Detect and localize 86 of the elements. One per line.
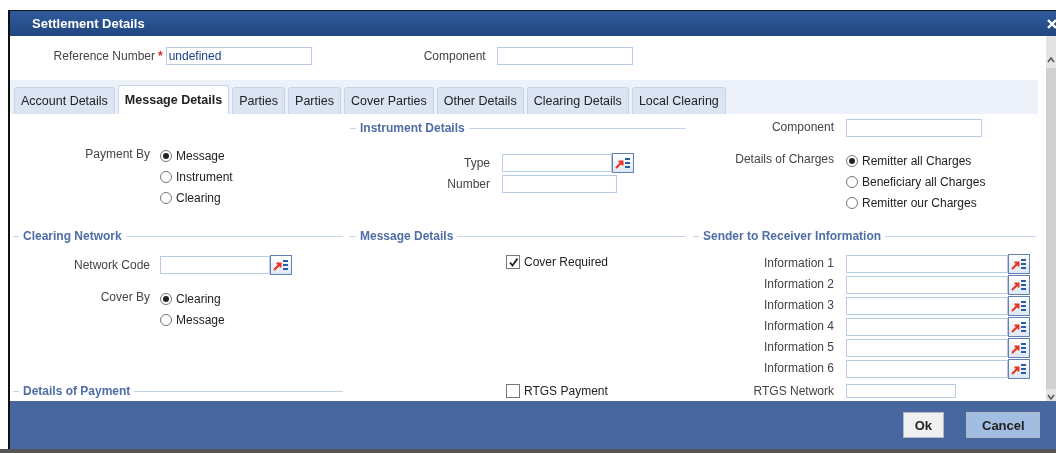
checkbox[interactable] [506,384,520,398]
input-field[interactable] [846,254,1008,273]
scroll-up-icon[interactable] [1047,56,1055,64]
scrollbar[interactable] [1046,36,1056,401]
field-label: RTGS Network [752,382,834,400]
lookup-button[interactable] [1008,295,1030,316]
radio-button[interactable] [160,292,172,305]
lookup-icon [1011,298,1027,313]
field-label: Information 6 [762,360,834,377]
lookup-button[interactable] [1008,253,1030,274]
tab[interactable]: Other Details [436,87,524,114]
field-label: Payment By [84,146,150,163]
radio-button[interactable] [160,313,172,326]
field-label: Information 4 [762,318,834,335]
radio-label: Message [176,312,225,327]
field-label: Component [422,49,486,63]
field-label: Reference Number [52,49,155,63]
radio-button[interactable] [846,175,858,188]
input-field[interactable] [846,296,1008,315]
field-label: Cover By [99,289,150,306]
rtgs-network-field[interactable] [846,384,956,398]
radio-button[interactable] [846,196,858,209]
dialog-button[interactable]: Cancel [966,412,1040,438]
checkbox[interactable] [506,255,520,269]
tab[interactable]: Account Details [14,87,115,114]
radio-label: Remitter all Charges [862,153,972,168]
field-label: Type [463,155,490,170]
section-title: Clearing Network [23,229,122,243]
close-icon[interactable] [1046,17,1056,30]
radio-button[interactable] [160,170,172,183]
radio-button[interactable] [846,154,858,167]
lookup-button[interactable] [1008,358,1030,379]
section-title: Sender to Receiver Information [703,229,882,243]
field-label: Number [446,176,490,191]
lookup-button[interactable] [1008,337,1030,358]
section-title: Instrument Details [360,121,465,135]
field-label: Component [770,119,834,136]
lookup-icon [273,258,289,272]
input-field[interactable] [502,174,617,193]
scroll-down-icon[interactable] [1047,393,1055,401]
field-label: Network Code [72,256,150,274]
lookup-button[interactable] [612,152,634,173]
radio-label: Instrument [176,169,233,184]
lookup-icon [1011,319,1027,334]
field-label: Information 3 [762,297,834,314]
lookup-icon [1011,340,1027,355]
lookup-icon [1011,277,1027,292]
lookup-button[interactable] [1008,274,1030,295]
radio-label: Clearing [176,291,221,306]
radio-button[interactable] [160,191,172,204]
tab[interactable]: Message Details [117,85,230,114]
input-field[interactable] [846,317,1008,336]
input-field[interactable] [846,275,1008,294]
tab[interactable]: Clearing Details [526,87,629,114]
lookup-button[interactable] [1008,316,1030,337]
field-label: Information 5 [762,339,834,356]
input-field[interactable] [502,153,612,172]
checkbox-label: RTGS Payment [524,384,608,398]
radio-label: Message [176,148,225,163]
tab[interactable]: Parties [232,87,286,114]
section-title: Message Details [360,229,454,243]
tab[interactable]: Cover Parties [343,87,434,114]
tab[interactable]: Parties [288,87,341,114]
field-label: Information 2 [762,276,834,293]
window-title: Settlement Details [32,16,145,31]
radio-label: Clearing [176,190,221,205]
tab[interactable]: Local Clearing [631,87,726,114]
radio-label: Remitter our Charges [862,195,977,210]
checkbox-label: Cover Required [524,255,609,269]
component-field[interactable] [496,47,633,65]
reference-number-field[interactable]: undefined [165,47,312,65]
field-label: Details of Charges [734,151,834,168]
component-field[interactable] [846,118,982,137]
dialog-button[interactable]: Ok [902,412,944,438]
lookup-icon [615,155,631,170]
input-field[interactable] [846,338,1008,357]
radio-button[interactable] [160,149,172,162]
section-title: Details of Payment [23,384,131,398]
lookup-icon [1011,256,1027,271]
network-code-field[interactable] [160,256,270,274]
field-label: Information 1 [762,255,834,272]
lookup-icon [1011,361,1027,376]
required-mark: * [158,49,163,63]
radio-label: Beneficiary all Charges [862,174,986,189]
lookup-button[interactable] [270,255,292,275]
input-field[interactable] [846,359,1008,378]
